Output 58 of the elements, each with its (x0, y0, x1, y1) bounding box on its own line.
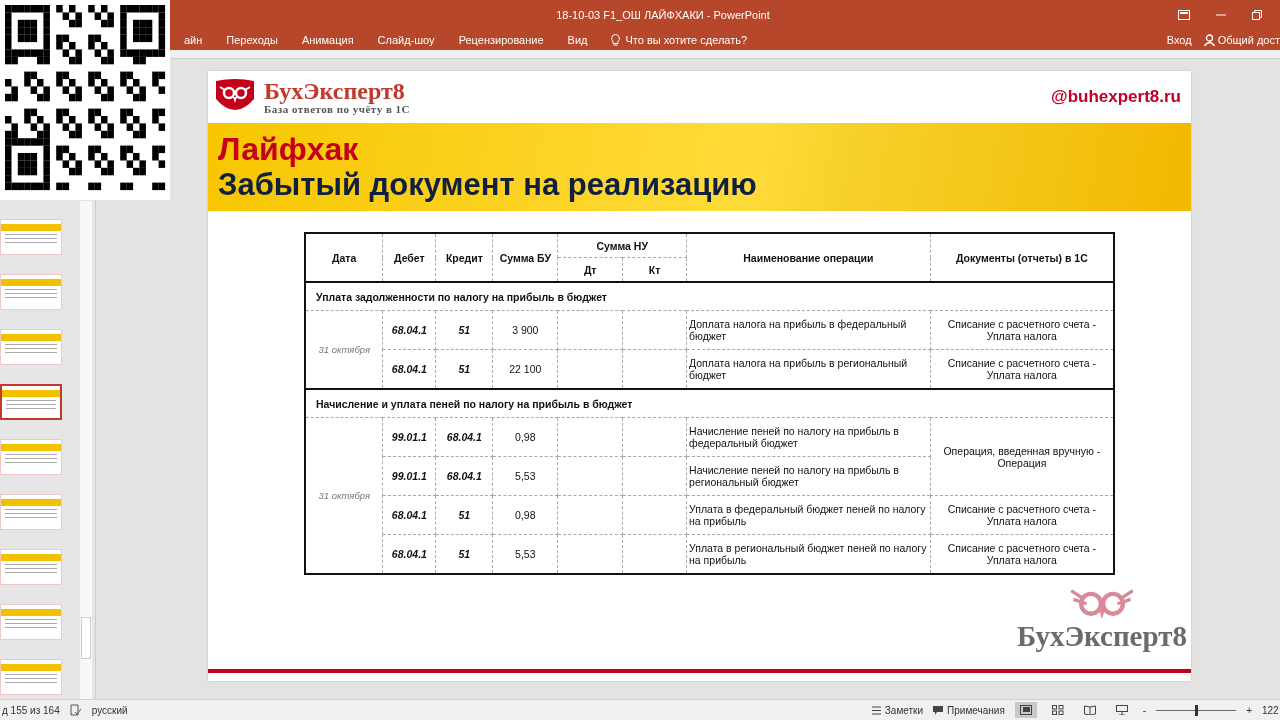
brand-tagline: База ответов по учёту в 1С (264, 103, 411, 115)
table-cell: Начисление пеней по налогу на прибыль в федеральный бюджет (686, 417, 931, 457)
ribbon-tab[interactable]: айн (172, 31, 215, 49)
person-icon (1203, 34, 1215, 46)
table-cell: Уплата в федеральный бюджет пеней по налогу на прибыль (686, 495, 931, 535)
table-cell: 68.04.1 (435, 417, 493, 457)
scrollbar[interactable] (80, 201, 92, 699)
share-button[interactable]: Общий дост (1191, 34, 1280, 46)
column-header: Наименование операции (686, 233, 931, 282)
table-cell: 68.04.1 (382, 495, 436, 535)
window-title: 18-10-03 F1_ОШ ЛАЙФХАКИ - PowerPoint (555, 9, 771, 21)
table-cell: 0,98 (492, 495, 558, 535)
table-cell: Доплата налога на прибыль в региональный бюджет (686, 349, 931, 389)
sign-in-link[interactable]: Вход (1166, 34, 1192, 46)
lightbulb-icon (611, 34, 621, 46)
zoom-out-button[interactable]: - (1142, 704, 1147, 716)
ribbon-display-icon[interactable] (1178, 10, 1190, 20)
notes-icon (871, 705, 881, 715)
language-indicator[interactable]: русский (91, 704, 862, 716)
table-cell: 51 (435, 310, 493, 350)
ribbon-tab[interactable]: Анимация (289, 31, 366, 49)
slide-thumbnail[interactable] (0, 384, 62, 420)
slide-counter: д 155 из 164 (2, 704, 60, 716)
normal-view-button[interactable] (1014, 702, 1037, 718)
zoom-in-button[interactable]: + (1246, 704, 1252, 716)
site-handle: @buhexpert8.ru (1051, 87, 1181, 107)
zoom-percent[interactable]: 122 (1262, 704, 1280, 716)
ribbon-tab[interactable]: Слайд-шоу (365, 31, 447, 49)
book-icon (1083, 705, 1096, 715)
ribbon-tab[interactable]: Рецензирование (446, 31, 556, 49)
table-cell: 99.01.1 (382, 456, 436, 496)
table-cell: 5,53 (492, 456, 558, 496)
comments-button[interactable]: Примечания (933, 704, 1005, 716)
spellcheck-icon[interactable] (69, 704, 82, 716)
footer-brand: БухЭксперт8 (1016, 620, 1187, 653)
table-cell: 68.04.1 (435, 456, 493, 496)
slide-kicker: Лайфхак (218, 131, 360, 167)
table-cell: 0,98 (492, 417, 558, 457)
tell-me-field[interactable]: Что вы хотите сделать? (625, 34, 786, 46)
ribbon-tab[interactable]: Вид (555, 31, 600, 49)
column-header: Сумма НУ (557, 233, 687, 258)
section-heading: Уплата задолженности по налогу на прибыль в бюджет (305, 282, 1114, 311)
restore-icon[interactable] (1252, 10, 1262, 20)
projector-icon (1115, 705, 1128, 715)
table-cell: 68.04.1 (382, 310, 436, 350)
ribbon-tab[interactable]: Переходы (214, 31, 290, 49)
table-cell: Доплата налога на прибыль в федеральный бюджет (686, 310, 931, 350)
comment-icon (933, 705, 944, 715)
notes-button[interactable]: Заметки (871, 704, 924, 716)
section-heading: Начисление и уплата пеней по налогу на прибыль в бюджет (305, 389, 1114, 418)
normal-view-icon (1019, 705, 1032, 715)
slide-heading: Забытый документ на реализацию (218, 167, 758, 203)
table-cell: 3 900 (492, 310, 558, 350)
table-cell: Уплата в региональный бюджет пеней по налогу на прибыль (686, 534, 931, 574)
brand-name: БухЭксперт8 (264, 79, 406, 103)
table-cell: 51 (435, 495, 493, 535)
grid-icon (1051, 705, 1064, 715)
table-cell: 99.01.1 (382, 417, 436, 457)
